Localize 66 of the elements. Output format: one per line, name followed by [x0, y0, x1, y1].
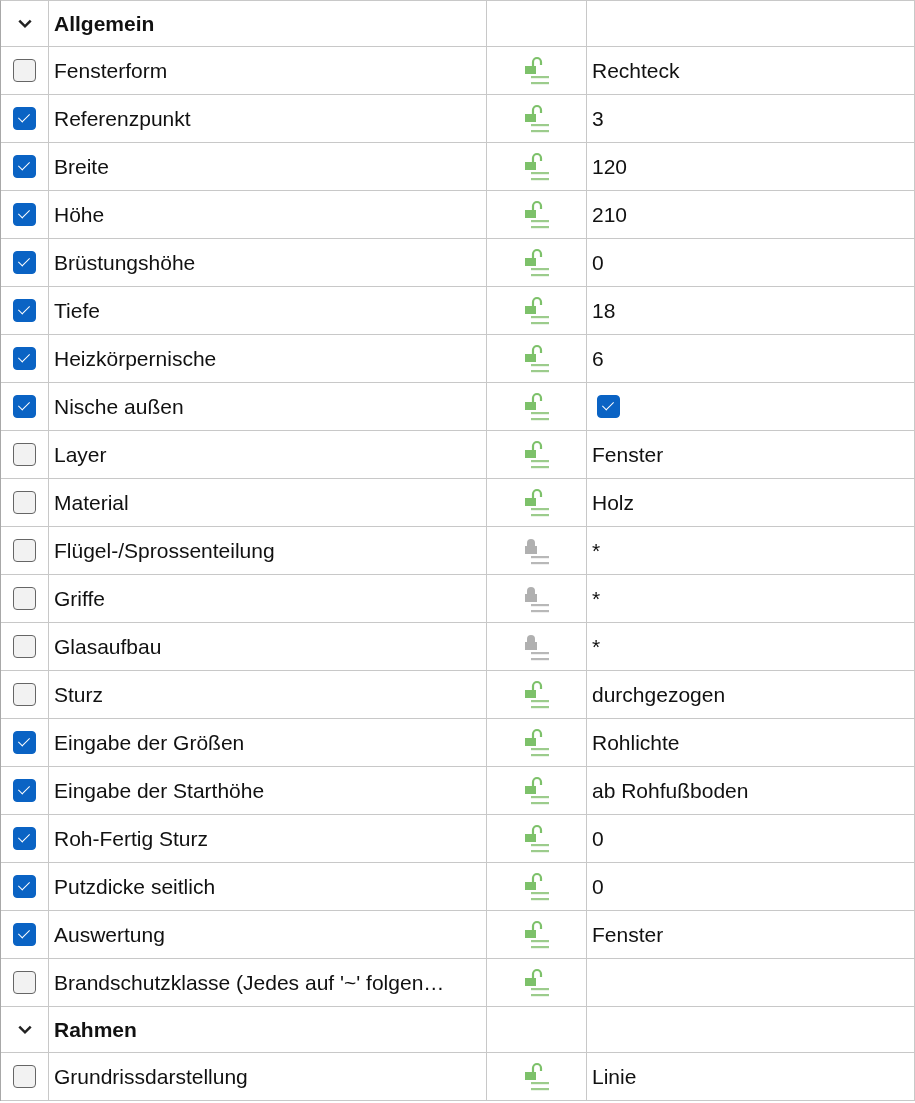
property-name: Flügel-/Sprossenteilung	[54, 538, 275, 563]
property-name: Material	[54, 490, 129, 515]
checkbox[interactable]	[13, 779, 36, 802]
property-value: 0	[592, 874, 604, 899]
property-name: Eingabe der Starthöhe	[54, 778, 265, 803]
property-name: Referenzpunkt	[54, 106, 191, 131]
checkbox[interactable]	[13, 539, 36, 562]
property-value: 120	[592, 154, 628, 179]
property-name: Brandschutzklasse (Jedes auf '~' folgen…	[54, 970, 445, 995]
property-value: durchgezogen	[592, 682, 726, 707]
section-title: Allgemein	[54, 11, 155, 36]
property-value: Fenster	[592, 922, 664, 947]
property-name: Auswertung	[54, 922, 165, 947]
property-value: *	[592, 538, 601, 563]
property-name: Putzdicke seitlich	[54, 874, 216, 899]
property-name: Heizkörpernische	[54, 346, 217, 371]
checkbox[interactable]	[13, 971, 36, 994]
property-value: Rechteck	[592, 58, 680, 83]
checkbox[interactable]	[13, 923, 36, 946]
checkbox[interactable]	[13, 491, 36, 514]
checkbox[interactable]	[13, 155, 36, 178]
property-value: ab Rohfußboden	[592, 778, 749, 803]
property-name: Tiefe	[54, 298, 100, 323]
property-value: *	[592, 586, 601, 611]
property-value: 0	[592, 250, 604, 275]
property-name: Glasaufbau	[54, 634, 162, 659]
property-name: Roh-Fertig Sturz	[54, 826, 209, 851]
checkbox[interactable]	[13, 443, 36, 466]
property-name: Fensterform	[54, 58, 168, 83]
checkbox[interactable]	[13, 347, 36, 370]
checkbox[interactable]	[13, 299, 36, 322]
checkbox[interactable]	[13, 731, 36, 754]
property-value: Fenster	[592, 442, 664, 467]
checkbox[interactable]	[13, 59, 36, 82]
property-name: Eingabe der Größen	[54, 730, 245, 755]
checkbox[interactable]	[13, 587, 36, 610]
property-value: 6	[592, 346, 604, 371]
property-name: Layer	[54, 442, 107, 467]
checkbox[interactable]	[13, 1065, 36, 1088]
property-name: Höhe	[54, 202, 105, 227]
property-name: Griffe	[54, 586, 105, 611]
property-name: Nische außen	[54, 394, 184, 419]
checkbox[interactable]	[13, 683, 36, 706]
checkbox[interactable]	[13, 635, 36, 658]
property-value: *	[592, 634, 601, 659]
property-value: 0	[592, 826, 604, 851]
property-name: Brüstungshöhe	[54, 250, 196, 275]
checkbox[interactable]	[13, 107, 36, 130]
property-value: 18	[592, 298, 616, 323]
checkbox[interactable]	[13, 203, 36, 226]
checkbox[interactable]	[13, 395, 36, 418]
property-name: Grundrissdarstellung	[54, 1064, 248, 1089]
property-name: Sturz	[54, 682, 103, 707]
chevron-down-icon[interactable]	[16, 1023, 33, 1036]
property-value: Linie	[592, 1064, 637, 1089]
property-value: Rohlichte	[592, 730, 680, 755]
property-value: 3	[592, 106, 604, 131]
section-title: Rahmen	[54, 1017, 137, 1042]
property-name: Breite	[54, 154, 109, 179]
checkbox[interactable]	[13, 827, 36, 850]
checkbox[interactable]	[13, 251, 36, 274]
chevron-down-icon[interactable]	[16, 17, 33, 30]
checkbox[interactable]	[597, 395, 620, 418]
property-value: 210	[592, 202, 628, 227]
property-value: Holz	[592, 490, 634, 515]
checkbox[interactable]	[13, 875, 36, 898]
